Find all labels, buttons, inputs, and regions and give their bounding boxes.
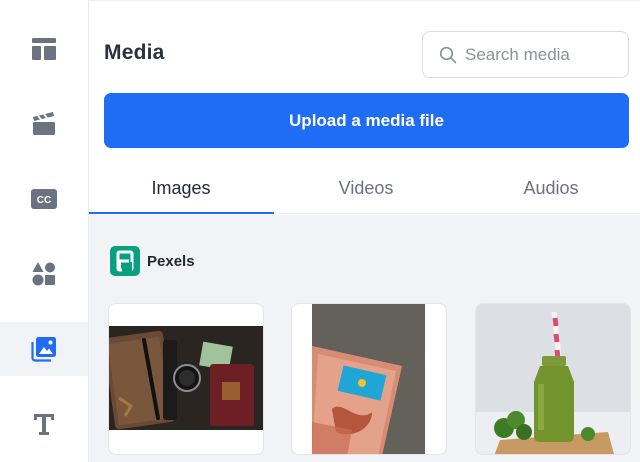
- flag-banknote-photo: [312, 304, 425, 454]
- search-icon: [439, 46, 457, 63]
- provider-name: Pexels: [147, 252, 195, 270]
- closed-captions-icon: CC: [31, 189, 57, 209]
- sidebar-item-videos[interactable]: [0, 97, 88, 151]
- layout-icon: [32, 38, 56, 60]
- tab-images[interactable]: Images: [89, 164, 273, 213]
- pexels-logo-icon: [110, 246, 140, 276]
- green-smoothie-bottle-photo: [476, 304, 630, 454]
- image-icon: [31, 337, 56, 362]
- sidebar-item-text[interactable]: [0, 397, 88, 451]
- upload-media-button[interactable]: Upload a media file: [104, 93, 629, 148]
- panel-title: Media: [104, 41, 165, 64]
- search-box[interactable]: [422, 31, 629, 78]
- media-tabs: Images Videos Audios: [89, 164, 640, 215]
- search-input[interactable]: [465, 44, 615, 65]
- image-card-banknote[interactable]: [291, 303, 447, 455]
- sidebar-item-layouts[interactable]: [0, 22, 88, 76]
- watch-pen-passport-photo: [109, 326, 263, 430]
- image-card-watch[interactable]: [108, 303, 264, 455]
- media-content: Pexels: [89, 215, 640, 462]
- shapes-icon: [32, 262, 55, 286]
- sidebar-item-elements[interactable]: [0, 247, 88, 301]
- sidebar-item-media[interactable]: [0, 322, 88, 376]
- image-card-smoothie[interactable]: [475, 303, 631, 455]
- provider-header: Pexels: [110, 246, 195, 276]
- tab-videos[interactable]: Videos: [274, 164, 458, 213]
- clapperboard-icon: [33, 112, 55, 135]
- media-panel: Media Upload a media file Images Videos …: [89, 0, 640, 462]
- active-tab-indicator: [89, 212, 274, 214]
- sidebar-rail: CC: [0, 0, 89, 462]
- sidebar-item-captions[interactable]: CC: [0, 172, 88, 226]
- panel-top-divider: [89, 0, 640, 1]
- tab-audios[interactable]: Audios: [459, 164, 640, 213]
- text-icon: [34, 414, 54, 435]
- svg-text:CC: CC: [37, 195, 51, 206]
- tabs-divider: [274, 213, 640, 214]
